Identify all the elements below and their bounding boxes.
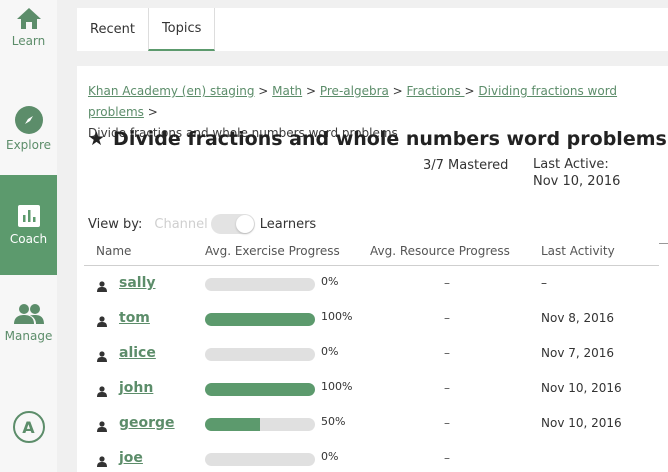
exercise-progress-value: 0%: [321, 275, 339, 288]
person-icon: [97, 386, 107, 397]
exercise-progress-bar: [205, 278, 315, 291]
learner-name-link[interactable]: john: [119, 380, 153, 396]
view-by-channel[interactable]: Channel: [154, 217, 207, 232]
table-row: alice 0% – Nov 7, 2016: [77, 341, 668, 376]
last-active-label: Last Active:: [533, 157, 609, 172]
last-activity-value: –: [541, 276, 547, 290]
breadcrumb-separator: >: [302, 84, 320, 98]
nav-coach[interactable]: Coach: [0, 175, 57, 275]
learner-name-link[interactable]: joe: [119, 450, 143, 466]
learner-name-link[interactable]: george: [119, 415, 175, 431]
column-header-resource-progress[interactable]: Avg. Resource Progress: [370, 244, 510, 258]
bar-chart-icon: [17, 205, 40, 227]
person-icon: [97, 351, 107, 362]
breadcrumb-link-channel[interactable]: Khan Academy (en) staging: [88, 84, 254, 98]
person-icon: [97, 456, 107, 467]
resource-progress-value: –: [444, 276, 450, 290]
table-row: joe 0% –: [77, 446, 668, 472]
table-row: george 50% – Nov 10, 2016: [77, 411, 668, 446]
nav-explore-label: Explore: [5, 138, 52, 152]
table-row: tom 100% – Nov 8, 2016: [77, 306, 668, 341]
people-icon: [13, 304, 44, 324]
table-row: john 100% – Nov 10, 2016: [77, 376, 668, 411]
learner-name-link[interactable]: alice: [119, 345, 156, 361]
nav-learn[interactable]: Learn: [0, 0, 57, 100]
topic-header: Khan Academy (en) staging > Math > Pre-a…: [77, 66, 668, 194]
page-title: ★ Divide fractions and whole numbers wor…: [88, 128, 667, 150]
table-row: sally 0% – –: [77, 271, 668, 306]
tab-topics[interactable]: Topics: [147, 8, 216, 51]
nav-account[interactable]: A: [0, 405, 57, 449]
page-title-text: Divide fractions and whole numbers word …: [113, 128, 667, 150]
home-icon: [16, 8, 41, 29]
exercise-progress-value: 0%: [321, 345, 339, 358]
view-by-label: View by:: [88, 216, 143, 232]
resource-progress-value: –: [444, 346, 450, 360]
exercise-progress-value: 0%: [321, 450, 339, 463]
nav-learn-label: Learn: [11, 34, 46, 48]
mastered-count: 3/7 Mastered: [423, 158, 509, 173]
breadcrumb-link-fractions[interactable]: Fractions: [407, 84, 465, 98]
breadcrumb-separator: >: [388, 84, 407, 98]
star-icon: ★: [88, 128, 106, 150]
learner-name-link[interactable]: sally: [119, 275, 156, 291]
person-icon: [97, 316, 107, 327]
resource-progress-value: –: [444, 416, 450, 430]
progress-fill: [205, 418, 260, 431]
exercise-progress-bar: [205, 348, 315, 361]
exercise-progress-bar: [205, 313, 315, 326]
column-header-last-activity[interactable]: Last Activity: [541, 244, 615, 258]
view-by-toggle-group: View by: Channel Learners: [88, 214, 316, 234]
header-divider: [84, 265, 659, 266]
last-activity-value: Nov 8, 2016: [541, 311, 615, 325]
view-by-learners[interactable]: Learners: [260, 217, 316, 232]
resource-progress-value: –: [444, 311, 450, 325]
nav-manage-label: Manage: [4, 329, 53, 343]
sidebar-nav: Learn Explore Coach Manage A: [0, 0, 57, 472]
exercise-progress-value: 100%: [321, 310, 353, 323]
exercise-progress-value: 50%: [321, 415, 346, 428]
exercise-progress-value: 100%: [321, 380, 353, 393]
last-active-date: Nov 10, 2016: [533, 174, 621, 189]
progress-fill: [205, 313, 315, 326]
tab-recent[interactable]: Recent: [77, 8, 148, 51]
person-icon: [97, 421, 107, 432]
compass-icon: [14, 106, 43, 134]
learners-table-card: View by: Channel Learners Name Avg. Exer…: [77, 194, 668, 472]
breadcrumb-link-prealgebra[interactable]: Pre-algebra: [320, 84, 389, 98]
learner-name-link[interactable]: tom: [119, 310, 150, 326]
account-icon: A: [12, 411, 45, 443]
last-activity-value: Nov 10, 2016: [541, 381, 622, 395]
nav-manage[interactable]: Manage: [0, 275, 57, 375]
last-activity-value: Nov 10, 2016: [541, 416, 622, 430]
exercise-progress-bar: [205, 453, 315, 466]
breadcrumb-separator: >: [464, 84, 479, 98]
column-header-exercise-progress[interactable]: Avg. Exercise Progress: [205, 244, 340, 258]
resource-progress-value: –: [444, 381, 450, 395]
column-header-name[interactable]: Name: [96, 244, 131, 258]
breadcrumb-separator: >: [143, 105, 158, 119]
last-activity-value: Nov 7, 2016: [541, 346, 615, 360]
tab-bar: Recent Topics: [77, 8, 668, 51]
breadcrumb-separator: >: [254, 84, 273, 98]
column-divider: [659, 243, 668, 244]
exercise-progress-bar: [205, 418, 315, 431]
person-icon: [97, 281, 107, 292]
progress-fill: [205, 383, 315, 396]
breadcrumb-link-math[interactable]: Math: [272, 84, 302, 98]
resource-progress-value: –: [444, 451, 450, 465]
switch-knob: [235, 215, 254, 233]
exercise-progress-bar: [205, 383, 315, 396]
view-by-switch[interactable]: [210, 214, 255, 234]
nav-coach-label: Coach: [9, 232, 48, 246]
